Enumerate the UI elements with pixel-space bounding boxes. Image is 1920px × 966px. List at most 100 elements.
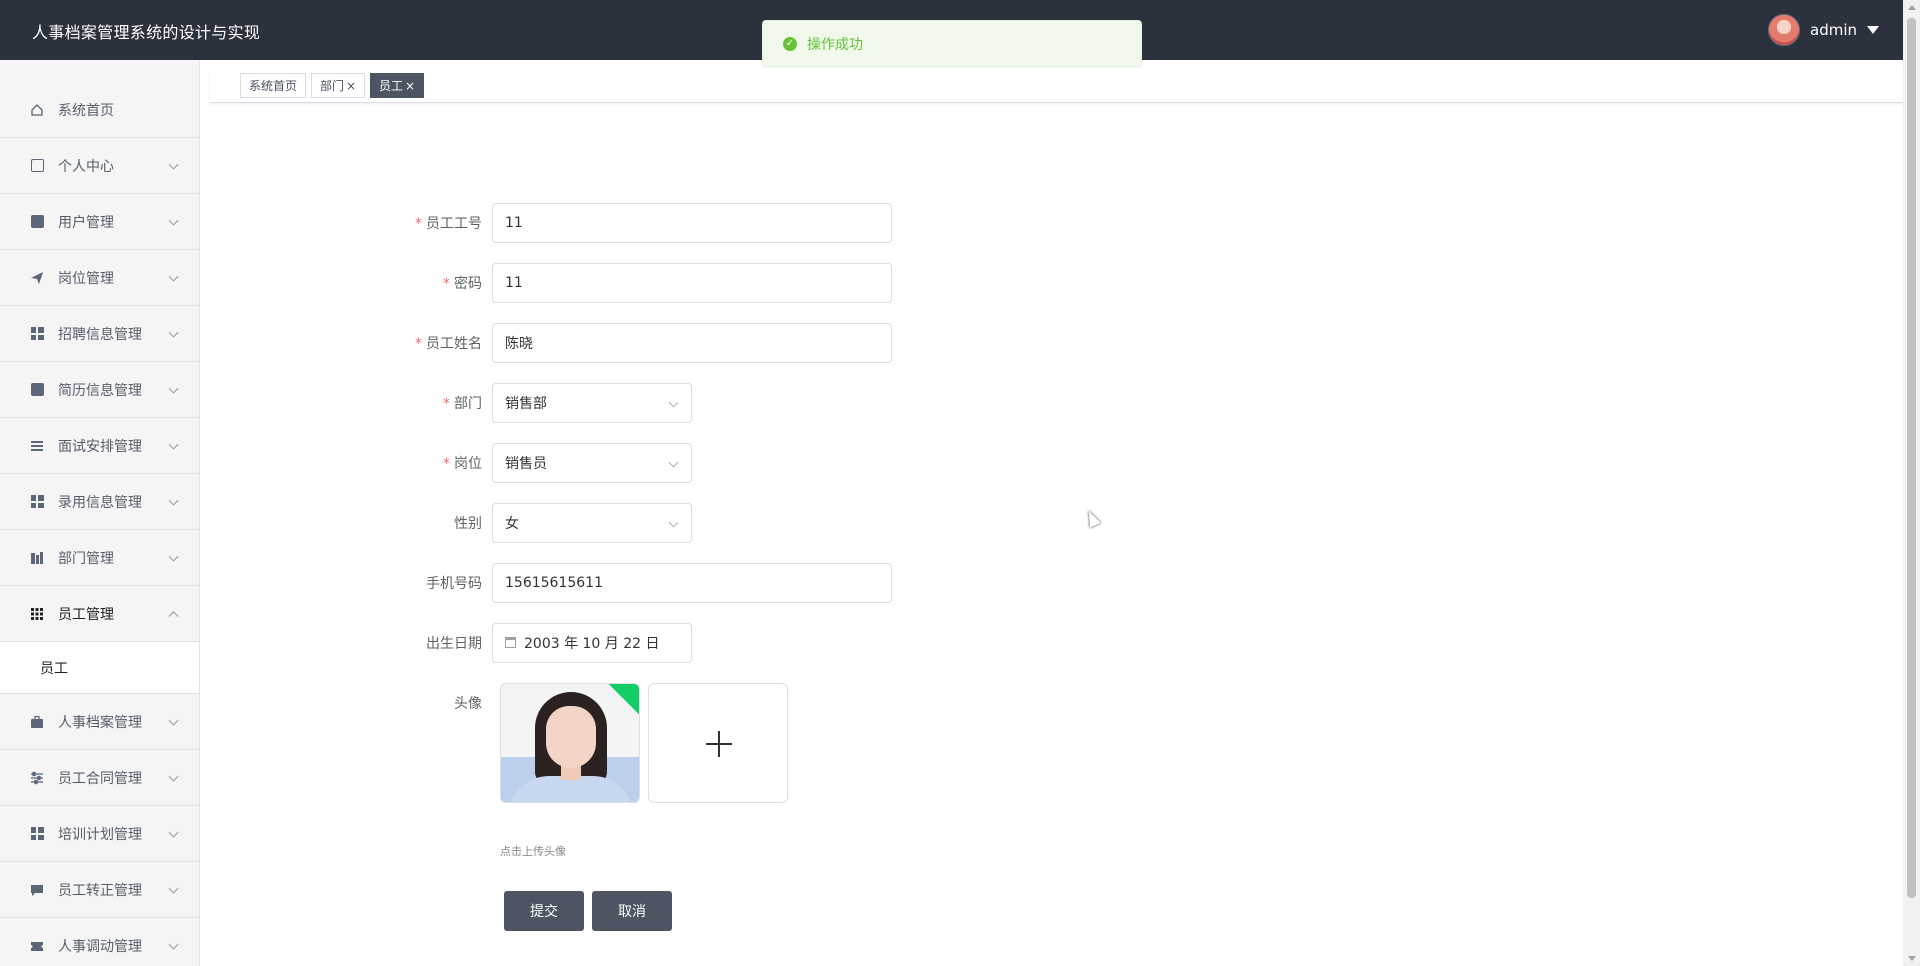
sidebar-item-home[interactable]: 系统首页	[0, 82, 199, 138]
list-icon	[30, 439, 44, 453]
caret-down-icon	[1867, 26, 1879, 34]
tab-label: 系统首页	[249, 79, 298, 93]
send-icon	[30, 271, 44, 285]
check-circle-icon: ✓	[783, 36, 797, 51]
sidebar-item-label: 人事档案管理	[58, 714, 142, 731]
chevron-down-icon	[168, 271, 179, 282]
employee-no-input[interactable]: 11	[492, 203, 892, 243]
mouse-cursor-icon	[1083, 508, 1101, 528]
gender-label: 性别	[454, 516, 482, 532]
sidebar-item-label: 部门管理	[58, 550, 114, 567]
page-scrollbar[interactable]	[1903, 0, 1920, 966]
employee-name-label: * 员工姓名	[415, 336, 482, 352]
avatar-upload-button[interactable]	[648, 683, 788, 803]
sidebar-subitem-label: 员工	[40, 660, 68, 677]
chevron-down-icon	[168, 439, 179, 450]
toast-message: 操作成功	[807, 36, 863, 53]
sidebar-item-hiring[interactable]: 录用信息管理	[0, 474, 199, 530]
chevron-down-icon	[168, 327, 179, 338]
position-label: * 岗位	[443, 456, 482, 472]
sidebar-item-personal-center[interactable]: 个人中心	[0, 138, 199, 194]
app-title: 人事档案管理系统的设计与实现	[32, 23, 261, 42]
sidebar-item-regularization[interactable]: 员工转正管理	[0, 862, 199, 918]
user-menu[interactable]: admin	[1768, 13, 1879, 47]
form-row-employee-no: * 员工工号 11	[400, 203, 892, 243]
sidebar-item-transfers[interactable]: 人事调动管理	[0, 918, 199, 966]
ticket-icon	[30, 939, 44, 953]
close-icon[interactable]: ×	[405, 79, 415, 93]
sidebar-item-label: 培训计划管理	[58, 826, 142, 843]
avatar-preview[interactable]	[500, 683, 640, 803]
birthday-date-picker[interactable]: 2003 年 10 月 22 日	[492, 623, 692, 663]
grid-dense-icon	[30, 607, 44, 621]
sidebar: 系统首页 个人中心 用户管理 岗位管理 招聘信息管理 简历信息管理 面试安排管理	[0, 60, 200, 966]
sidebar-item-departments[interactable]: 部门管理	[0, 530, 199, 586]
tags-view-bar: 系统首页 部门 × 员工 ×	[210, 68, 1903, 103]
grid-icon	[30, 495, 44, 509]
birthday-label: 出生日期	[426, 636, 482, 652]
position-value: 销售员	[505, 456, 547, 472]
sidebar-item-label: 招聘信息管理	[58, 326, 142, 343]
sidebar-item-label: 简历信息管理	[58, 382, 142, 399]
gender-select[interactable]: 女	[492, 503, 692, 543]
sidebar-item-hr-archives[interactable]: 人事档案管理	[0, 694, 199, 750]
gender-value: 女	[505, 516, 519, 532]
scroll-thumb[interactable]	[1907, 18, 1916, 898]
phone-input[interactable]: 15615615611	[492, 563, 892, 603]
position-select[interactable]: 销售员	[492, 443, 692, 483]
sidebar-item-label: 录用信息管理	[58, 494, 142, 511]
password-label: * 密码	[443, 276, 482, 292]
sidebar-item-positions[interactable]: 岗位管理	[0, 250, 199, 306]
tab-label: 员工	[379, 79, 404, 93]
department-select[interactable]: 销售部	[492, 383, 692, 423]
chevron-down-icon	[168, 159, 179, 170]
scroll-up-arrow-icon[interactable]	[1908, 5, 1916, 10]
form-row-password: * 密码 11	[400, 263, 892, 303]
chevron-down-icon	[168, 551, 179, 562]
avatar-label: 头像	[454, 696, 482, 712]
employee-name-input[interactable]: 陈晓	[492, 323, 892, 363]
sidebar-item-recruitment[interactable]: 招聘信息管理	[0, 306, 199, 362]
sidebar-item-label: 员工合同管理	[58, 770, 142, 787]
tab-home[interactable]: 系统首页	[240, 73, 307, 98]
chevron-down-icon	[668, 397, 679, 408]
sidebar-item-users[interactable]: 用户管理	[0, 194, 199, 250]
sidebar-item-employees[interactable]: 员工管理	[0, 586, 199, 642]
tab-label: 部门	[320, 79, 345, 93]
form-row-phone: 手机号码 15615615611	[400, 563, 892, 603]
building-icon	[30, 551, 44, 565]
grid-icon	[30, 327, 44, 341]
success-toast: ✓ 操作成功	[762, 20, 1142, 67]
tab-employee[interactable]: 员工 ×	[370, 73, 425, 98]
sidebar-subitem-employee[interactable]: 员工	[0, 642, 199, 694]
sidebar-item-training[interactable]: 培训计划管理	[0, 806, 199, 862]
form-row-gender: 性别 女	[400, 503, 692, 543]
sidebar-item-contracts[interactable]: 员工合同管理	[0, 750, 199, 806]
sidebar-item-label: 人事调动管理	[58, 938, 142, 955]
sidebar-item-label: 系统首页	[58, 102, 114, 119]
grid-icon	[30, 827, 44, 841]
chevron-down-icon	[168, 827, 179, 838]
chevron-down-icon	[668, 517, 679, 528]
upload-tip: 点击上传头像	[500, 845, 566, 858]
submit-button[interactable]: 提交	[504, 891, 584, 931]
cancel-button[interactable]: 取消	[592, 891, 672, 931]
scroll-down-arrow-icon[interactable]	[1908, 956, 1916, 961]
sidebar-item-label: 岗位管理	[58, 270, 114, 287]
clipboard-icon	[30, 215, 44, 229]
password-input[interactable]: 11	[492, 263, 892, 303]
user-name: admin	[1810, 21, 1857, 39]
chevron-down-icon	[168, 495, 179, 506]
close-icon[interactable]: ×	[346, 79, 356, 93]
wallet-icon	[30, 159, 44, 173]
form-row-position: * 岗位 销售员	[400, 443, 692, 483]
chevron-down-icon	[668, 457, 679, 468]
sidebar-item-resumes[interactable]: 简历信息管理	[0, 362, 199, 418]
chevron-down-icon	[168, 883, 179, 894]
sidebar-item-interviews[interactable]: 面试安排管理	[0, 418, 199, 474]
tab-department[interactable]: 部门 ×	[311, 73, 366, 98]
department-label: * 部门	[443, 396, 482, 412]
sidebar-item-label: 个人中心	[58, 158, 114, 175]
chat-icon	[30, 883, 44, 897]
sidebar-item-label: 面试安排管理	[58, 438, 142, 455]
